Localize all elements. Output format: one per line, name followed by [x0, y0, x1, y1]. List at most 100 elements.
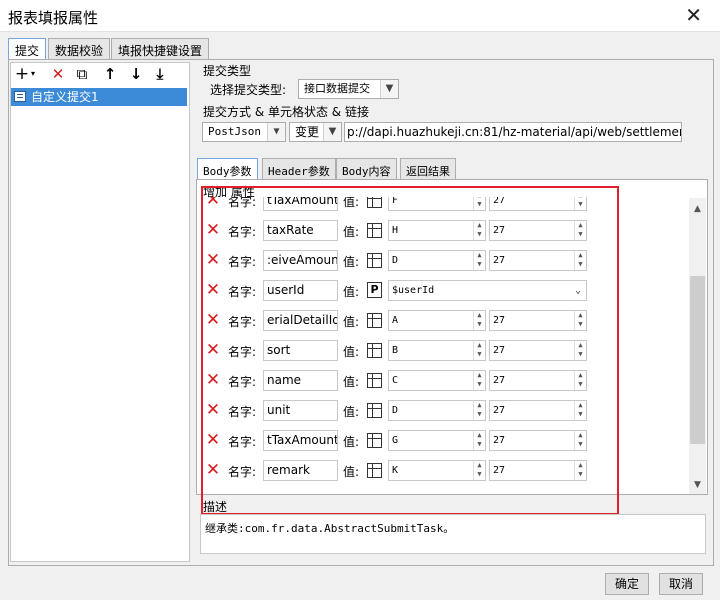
column-stepper[interactable]: B ▲ ▼ [388, 340, 486, 361]
tab-submit[interactable]: 提交 [8, 38, 47, 61]
stepper-arrows-icon[interactable]: ▲▼ [473, 371, 485, 390]
param-name-input[interactable]: tTaxAmount [263, 430, 338, 451]
stepper-arrows-icon[interactable]: ▲▼ [473, 311, 485, 330]
stepper-arrows-icon[interactable]: ▲▼ [574, 371, 586, 390]
param-row: ✕ 名字: remark 值: K ▲ ▼ 27 ▲ ▼ [202, 459, 688, 483]
close-icon[interactable]: ✕ [685, 3, 702, 27]
submit-item[interactable]: 自定义提交1 [11, 88, 187, 106]
cell-icon[interactable] [367, 373, 382, 388]
row-stepper[interactable]: 27▲▼ [489, 220, 587, 241]
stepper-arrows-icon[interactable]: ▲▼ [473, 221, 485, 240]
row-stepper[interactable]: 27▲▼ [489, 460, 587, 481]
tab-shortcut-settings[interactable]: 填报快捷键设置 [111, 38, 210, 60]
delete-row-icon[interactable]: ✕ [205, 197, 221, 209]
chevron-down-icon[interactable]: ▼ [380, 80, 398, 98]
column-stepper[interactable]: G ▲ ▼ [388, 430, 486, 451]
stepper-arrows-icon[interactable]: ▲▼ [473, 341, 485, 360]
row-stepper[interactable]: 27▲▼ [489, 340, 587, 361]
cell-icon[interactable] [367, 343, 382, 358]
stepper-arrows-icon[interactable]: ▲▼ [473, 461, 485, 480]
delete-row-icon[interactable]: ✕ [205, 252, 221, 269]
add-dropdown-icon[interactable]: ▾ [28, 64, 38, 84]
param-name-input[interactable]: tTaxAmount [263, 197, 338, 211]
row-stepper[interactable]: 27▲▼ [489, 197, 587, 211]
delete-row-icon[interactable]: ✕ [205, 312, 221, 329]
column-stepper[interactable]: F▲▼ [388, 197, 486, 211]
delete-row-icon[interactable]: ✕ [205, 342, 221, 359]
param-name-input[interactable]: name [263, 370, 338, 391]
cancel-button[interactable]: 取消 [659, 573, 703, 595]
tab-body-content[interactable]: Body内容 [336, 158, 397, 180]
param-value-select[interactable]: $userId ⌄ [388, 280, 587, 301]
delete-row-icon[interactable]: ✕ [205, 402, 221, 419]
param-name-input[interactable]: sort [263, 340, 338, 361]
cell-icon[interactable] [367, 253, 382, 268]
cell-icon[interactable] [367, 313, 382, 328]
stepper-arrows-icon[interactable]: ▲▼ [574, 341, 586, 360]
column-stepper[interactable]: A ▲ ▼ [388, 310, 486, 331]
param-name-input[interactable]: unit [263, 400, 338, 421]
column-stepper[interactable]: H ▲ ▼ [388, 220, 486, 241]
stepper-arrows-icon[interactable]: ▲▼ [473, 197, 485, 210]
move-bottom-icon[interactable]: ⤓ [150, 64, 170, 84]
scroll-down-icon[interactable]: ▼ [689, 477, 706, 493]
cell-icon[interactable] [367, 433, 382, 448]
delete-row-icon[interactable]: ✕ [205, 372, 221, 389]
submit-method-select[interactable]: PostJson ▼ [202, 122, 286, 142]
cell-state-select[interactable]: 变更 ▼ [289, 122, 342, 142]
stepper-arrows-icon[interactable]: ▲▼ [473, 431, 485, 450]
stepper-arrows-icon[interactable]: ▲▼ [574, 221, 586, 240]
param-name-input[interactable]: :eiveAmount [263, 250, 338, 271]
submit-type-select[interactable]: 接口数据提交 ▼ [298, 79, 399, 99]
stepper-arrows-icon[interactable]: ▲▼ [473, 401, 485, 420]
param-name-input[interactable]: taxRate [263, 220, 338, 241]
column-stepper[interactable]: C ▲ ▼ [388, 370, 486, 391]
delete-row-icon[interactable]: ✕ [205, 432, 221, 449]
move-down-icon[interactable]: ↓ [126, 64, 146, 84]
column-stepper[interactable]: K ▲ ▼ [388, 460, 486, 481]
row-stepper[interactable]: 27▲▼ [489, 250, 587, 271]
delete-row-icon[interactable]: ✕ [205, 462, 221, 479]
tab-data-validation[interactable]: 数据校验 [48, 38, 111, 60]
cell-icon[interactable] [367, 197, 382, 208]
column-stepper[interactable]: D ▲ ▼ [388, 250, 486, 271]
chevron-down-icon[interactable]: ▼ [267, 123, 285, 141]
cell-icon[interactable] [367, 403, 382, 418]
param-name-input[interactable]: remark [263, 460, 338, 481]
cell-icon[interactable] [367, 223, 382, 238]
param-name-input[interactable]: userId [263, 280, 338, 301]
delete-row-icon[interactable]: ✕ [205, 222, 221, 239]
stepper-arrows-icon[interactable]: ▲▼ [574, 461, 586, 480]
stepper-arrows-icon[interactable]: ▲▼ [574, 431, 586, 450]
copy-icon[interactable]: ⧉ [72, 64, 92, 84]
row-stepper[interactable]: 27▲▼ [489, 430, 587, 451]
tab-return-result[interactable]: 返回结果 [400, 158, 456, 180]
row-stepper[interactable]: 27▲▼ [489, 370, 587, 391]
tab-body-params[interactable]: Body参数 [197, 158, 258, 180]
move-up-icon[interactable]: ↑ [100, 64, 120, 84]
stepper-arrows-icon[interactable]: ▲▼ [473, 251, 485, 270]
row-stepper[interactable]: 27▲▼ [489, 310, 587, 331]
delete-icon[interactable]: ✕ [48, 64, 68, 84]
scroll-up-icon[interactable]: ▲ [689, 201, 706, 217]
ok-button[interactable]: 确定 [605, 573, 649, 595]
stepper-arrows-icon[interactable]: ▲▼ [574, 197, 586, 210]
stepper-arrows-icon[interactable]: ▲▼ [574, 401, 586, 420]
tab-header-params[interactable]: Header参数 [262, 158, 336, 180]
param-name-input[interactable]: erialDetailId [263, 310, 338, 331]
delete-row-icon[interactable]: ✕ [205, 282, 221, 299]
stepper-arrows-icon[interactable]: ▲▼ [574, 251, 586, 270]
submit-item-label: 自定义提交1 [31, 90, 99, 104]
parameter-icon[interactable]: P [367, 282, 382, 298]
cell-icon[interactable] [367, 463, 382, 478]
column-stepper[interactable]: D ▲ ▼ [388, 400, 486, 421]
name-label: 名字: [228, 255, 257, 269]
stepper-arrows-icon[interactable]: ▲▼ [574, 311, 586, 330]
scroll-thumb[interactable] [690, 276, 705, 444]
submit-url-input[interactable]: p://dapi.huazhukeji.cn:81/hz-material/ap… [344, 122, 682, 142]
param-row: ✕ 名字: tTaxAmount 值: F▲▼27▲▼ [202, 197, 688, 213]
chevron-down-icon[interactable]: ⌄ [570, 281, 586, 300]
row-stepper[interactable]: 27▲▼ [489, 400, 587, 421]
params-scrollbar[interactable]: ▲ ▼ [689, 198, 706, 494]
chevron-down-icon[interactable]: ▼ [323, 123, 341, 141]
